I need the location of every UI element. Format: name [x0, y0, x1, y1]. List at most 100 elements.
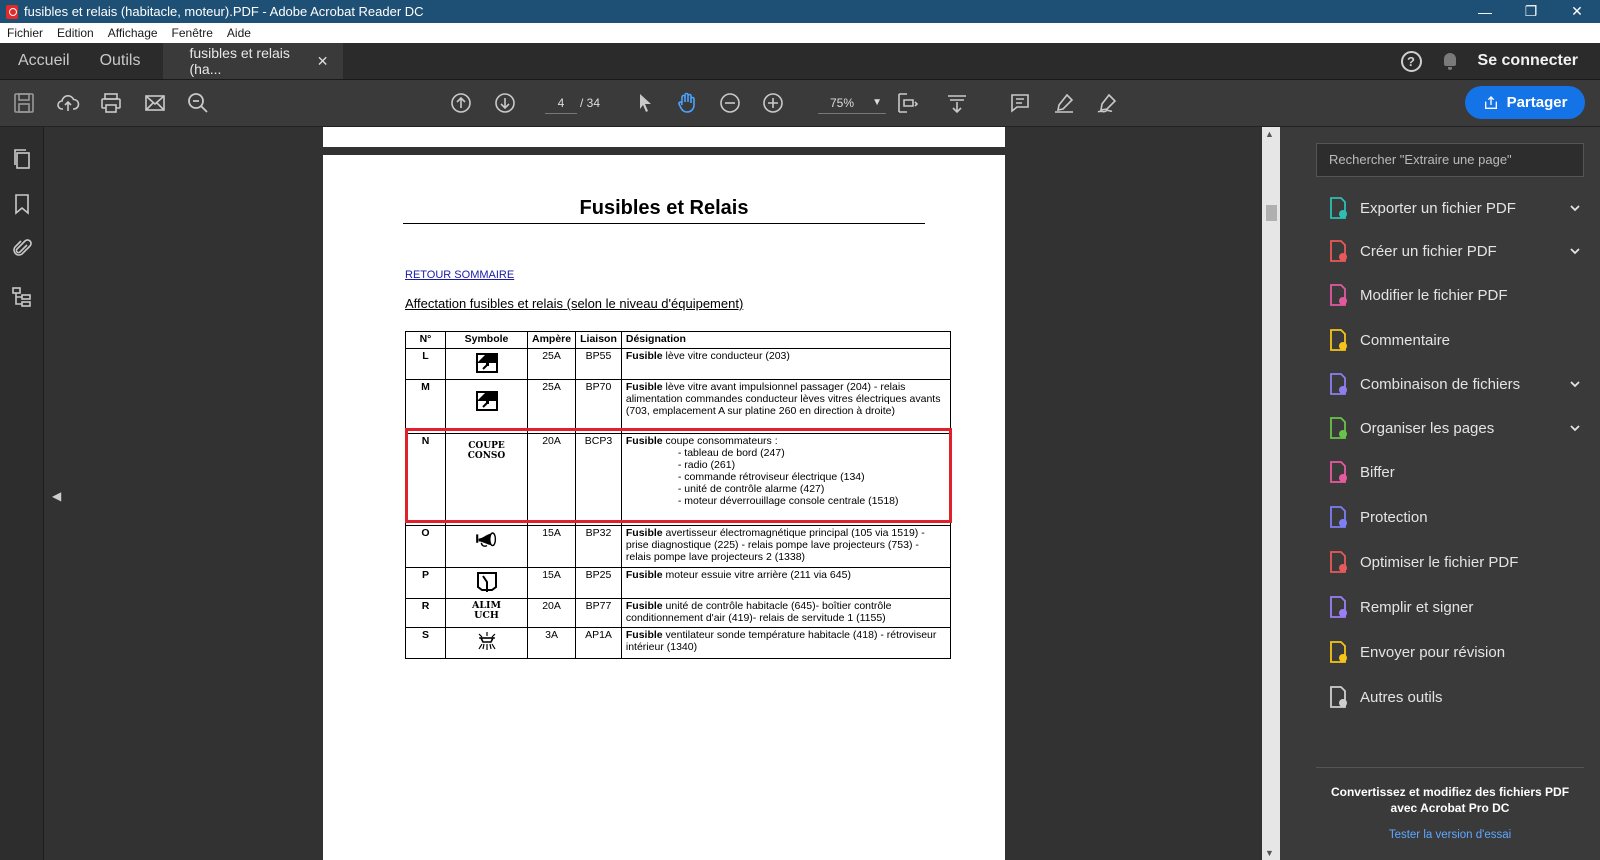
fuse-number: R — [405, 598, 446, 628]
tab-document[interactable]: fusibles et relais (ha... ✕ — [163, 43, 344, 79]
menu-edition[interactable]: Edition — [50, 26, 101, 40]
help-icon[interactable]: ? — [1400, 50, 1422, 72]
interior-light-icon — [477, 632, 496, 650]
maximize-button[interactable]: ❐ — [1508, 0, 1554, 23]
zoom-out-icon[interactable] — [718, 91, 742, 115]
edit-pdf-icon — [1330, 284, 1347, 306]
chevron-down-icon[interactable] — [1570, 379, 1580, 389]
table-row: S 3A AP1A Fusible ventilateur sonde temp… — [405, 627, 952, 659]
previous-page-icon[interactable] — [449, 91, 473, 115]
hand-tool-icon[interactable] — [675, 91, 699, 115]
page-thumbnails-icon[interactable] — [10, 147, 34, 171]
back-to-summary-link[interactable]: RETOUR SOMMAIRE — [405, 269, 514, 281]
trial-link[interactable]: Tester la version d'essai — [1316, 829, 1584, 841]
sign-pen-icon[interactable] — [1095, 91, 1119, 115]
designation-bold: Fusible — [625, 435, 663, 447]
fuse-ampere: 15A — [526, 567, 577, 599]
fuse-ampere: 20A — [526, 598, 577, 628]
next-page-icon[interactable] — [493, 91, 517, 115]
consumer-list: - tableau de bord (247) - radio (261) - … — [626, 447, 946, 507]
tool-item[interactable]: Envoyer pour révision — [1280, 636, 1600, 668]
bell-icon[interactable] — [1442, 52, 1458, 70]
tool-item[interactable]: Commentaire — [1280, 324, 1600, 356]
rear-wiper-icon — [476, 572, 497, 592]
tool-label: Autres outils — [1360, 688, 1443, 706]
fuse-liaison: BP70 — [575, 379, 622, 434]
table-row: L 25A BP55 Fusible lève vitre conducteur… — [405, 348, 952, 380]
tool-item[interactable]: Combinaison de fichiers — [1280, 368, 1600, 400]
fuse-ampere: 20A — [526, 433, 577, 526]
header-designation: Désignation — [620, 331, 952, 349]
designation-bold: Fusible — [625, 569, 663, 581]
tool-item[interactable]: Optimiser le fichier PDF — [1280, 546, 1600, 578]
acrobat-icon — [6, 4, 18, 19]
designation-text: unité de contrôle habitacle (645)- boîti… — [625, 600, 892, 624]
tool-item[interactable]: Organiser les pages — [1280, 412, 1600, 444]
zoom-in-icon[interactable] — [761, 91, 785, 115]
fuse-ampere: 25A — [526, 379, 577, 434]
menu-aide[interactable]: Aide — [220, 26, 258, 40]
tab-close-icon[interactable]: ✕ — [317, 53, 329, 70]
menu-affichage[interactable]: Affichage — [101, 26, 165, 40]
tab-document-label: fusibles et relais (ha... — [189, 45, 290, 77]
chevron-down-icon[interactable] — [1570, 203, 1580, 213]
bookmark-icon[interactable] — [10, 192, 34, 216]
share-button[interactable]: Partager — [1465, 86, 1585, 119]
scroll-down-icon[interactable]: ▼ — [1265, 848, 1274, 858]
close-window-button[interactable]: ✕ — [1554, 0, 1600, 23]
page-number-input[interactable]: 4 — [545, 92, 577, 114]
tab-outils[interactable]: Outils — [85, 43, 156, 79]
redact-icon — [1330, 461, 1347, 483]
scroll-up-icon[interactable]: ▲ — [1265, 129, 1274, 139]
table-row: R ALIM UCH 20A BP77 Fusible unité de cont… — [405, 598, 952, 628]
vertical-scrollbar[interactable]: ▲ ▼ — [1262, 127, 1280, 860]
print-icon[interactable] — [99, 91, 123, 115]
tool-item[interactable]: Protection — [1280, 501, 1600, 533]
scrollbar-thumb[interactable] — [1266, 205, 1277, 221]
window-titlebar: fusibles et relais (habitacle, moteur).P… — [0, 0, 1600, 23]
upload-cloud-icon[interactable] — [56, 91, 80, 115]
fuse-number: P — [405, 567, 446, 599]
email-icon[interactable] — [143, 91, 167, 115]
highlight-pen-icon[interactable] — [1052, 91, 1076, 115]
tool-item[interactable]: Créer un fichier PDF — [1280, 235, 1600, 267]
designation-bold: Fusible — [625, 600, 663, 612]
page-fit-icon[interactable] — [895, 91, 919, 115]
structure-tree-icon[interactable] — [10, 285, 34, 309]
tool-label: Remplir et signer — [1360, 598, 1474, 616]
list-item: - tableau de bord (247) — [677, 447, 785, 459]
collapse-left-panel-icon[interactable]: ◀ — [52, 489, 61, 503]
designation-text: avertisseur électromagnétique principal … — [625, 527, 925, 563]
comment-icon[interactable] — [1008, 91, 1032, 115]
tool-label: Protection — [1360, 508, 1428, 526]
chevron-down-icon[interactable] — [1570, 423, 1580, 433]
tool-label: Exporter un fichier PDF — [1360, 199, 1516, 217]
fuse-liaison: AP1A — [575, 627, 622, 659]
share-icon — [1484, 95, 1497, 109]
header-number: N° — [405, 331, 446, 349]
save-icon[interactable] — [12, 91, 36, 115]
tab-accueil[interactable]: Accueil — [0, 43, 85, 79]
tool-item[interactable]: Exporter un fichier PDF — [1280, 192, 1600, 224]
fuse-designation: Fusible lève vitre conducteur (203) — [620, 348, 952, 380]
sign-in-button[interactable]: Se connecter — [1478, 52, 1578, 70]
tools-search-input[interactable]: Rechercher "Extraire une page" — [1316, 143, 1584, 177]
table-row: N COUPE CONSO 20A BCP3 Fusible coupe cons… — [405, 433, 952, 526]
minimize-button[interactable]: — — [1462, 0, 1508, 23]
tool-item[interactable]: Modifier le fichier PDF — [1280, 279, 1600, 311]
zoom-level-dropdown[interactable]: 75% ▼ — [818, 92, 886, 114]
tool-item[interactable]: Remplir et signer — [1280, 591, 1600, 623]
attachment-icon[interactable] — [10, 237, 34, 261]
designation-text: lève vitre avant impulsionnel passager (… — [625, 381, 941, 417]
menu-fichier[interactable]: Fichier — [0, 26, 50, 40]
fuse-designation: Fusible coupe consommateurs : - tableau … — [620, 433, 952, 526]
zoom-search-icon[interactable] — [186, 91, 210, 115]
tool-item[interactable]: Biffer — [1280, 456, 1600, 488]
tool-item[interactable]: Autres outils — [1280, 681, 1600, 713]
optimize-pdf-icon — [1330, 551, 1347, 573]
chevron-down-icon[interactable] — [1570, 246, 1580, 256]
scroll-mode-icon[interactable] — [945, 91, 969, 115]
select-cursor-icon[interactable] — [633, 91, 657, 115]
header-ampere: Ampère — [526, 331, 577, 349]
menu-fenetre[interactable]: Fenêtre — [165, 26, 220, 40]
